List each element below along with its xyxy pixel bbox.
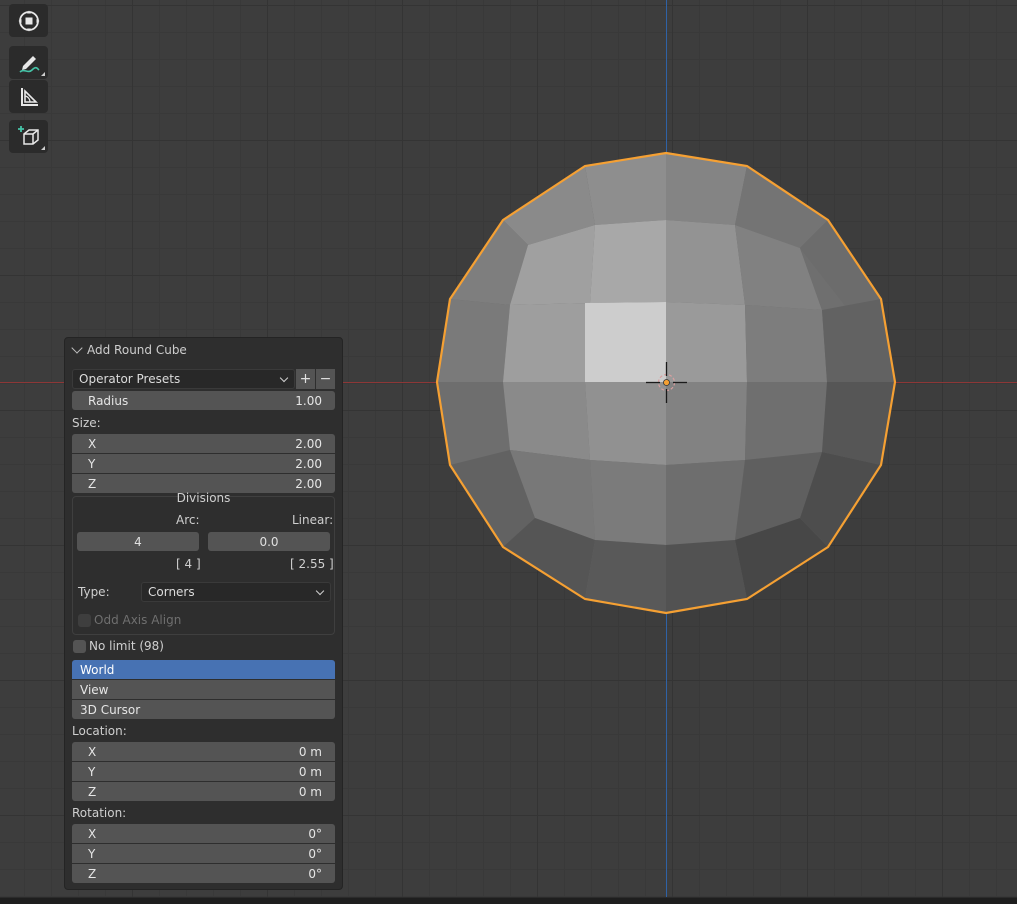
measure-icon bbox=[20, 87, 38, 106]
type-label: Type: bbox=[78, 585, 110, 599]
radius-label: Radius bbox=[88, 393, 129, 408]
divisions-title: Divisions bbox=[176, 491, 231, 505]
location-x-label: X bbox=[88, 744, 97, 759]
panel-title: Add Round Cube bbox=[87, 343, 187, 357]
location-z-field[interactable]: Z 0 m bbox=[72, 782, 335, 801]
operator-panel[interactable]: Add Round Cube Operator Presets + − Radi… bbox=[64, 337, 343, 890]
collapse-chevron-icon[interactable] bbox=[71, 342, 83, 354]
3d-viewport[interactable]: Add Round Cube Operator Presets + − Radi… bbox=[0, 0, 1017, 897]
annotate-icon bbox=[18, 55, 40, 73]
linear-label: Linear: bbox=[292, 513, 334, 527]
panel-header[interactable]: Add Round Cube bbox=[71, 342, 187, 358]
odd-axis-align-checkbox[interactable] bbox=[78, 614, 91, 627]
linear-info: [ 2.55 ] bbox=[290, 557, 334, 571]
location-x-value: 0 m bbox=[298, 744, 322, 759]
align-world-label: World bbox=[80, 662, 115, 677]
arc-divisions-field[interactable]: 4 bbox=[77, 532, 199, 551]
plus-icon: + bbox=[299, 371, 312, 387]
size-y-value: 2.00 bbox=[295, 456, 322, 471]
rotation-x-field[interactable]: X 0° bbox=[72, 824, 335, 843]
align-option-view[interactable]: View bbox=[72, 680, 335, 699]
location-y-label: Y bbox=[88, 764, 96, 779]
add-cube-tool-button[interactable] bbox=[9, 120, 48, 153]
transform-icon bbox=[18, 10, 39, 31]
size-x-label: X bbox=[88, 436, 97, 451]
odd-axis-align-label: Odd Axis Align bbox=[94, 613, 182, 627]
rotation-z-label: Z bbox=[88, 866, 97, 881]
type-value: Corners bbox=[148, 585, 195, 599]
chevron-down-icon bbox=[279, 373, 289, 383]
add-preset-button[interactable]: + bbox=[296, 369, 315, 389]
size-x-value: 2.00 bbox=[295, 436, 322, 451]
rotation-y-label: Y bbox=[88, 846, 96, 861]
arc-label: Arc: bbox=[176, 513, 200, 527]
location-y-value: 0 m bbox=[298, 764, 322, 779]
measure-tool-button[interactable] bbox=[9, 80, 48, 113]
align-view-label: View bbox=[80, 682, 109, 697]
size-x-field[interactable]: X 2.00 bbox=[72, 434, 335, 453]
size-z-value: 2.00 bbox=[295, 476, 322, 491]
location-y-field[interactable]: Y 0 m bbox=[72, 762, 335, 781]
rotation-z-value: 0° bbox=[308, 866, 322, 881]
location-x-field[interactable]: X 0 m bbox=[72, 742, 335, 761]
chevron-down-icon bbox=[315, 586, 325, 596]
transform-tool-button[interactable] bbox=[9, 4, 48, 37]
rotation-y-field[interactable]: Y 0° bbox=[72, 844, 335, 863]
rotation-y-value: 0° bbox=[308, 846, 322, 861]
radius-field[interactable]: Radius 1.00 bbox=[72, 391, 335, 410]
minus-icon: − bbox=[319, 371, 332, 387]
3d-cursor-icon bbox=[646, 362, 687, 403]
align-option-3d-cursor[interactable]: 3D Cursor bbox=[72, 700, 335, 719]
linear-divisions-field[interactable]: 0.0 bbox=[208, 532, 330, 551]
type-dropdown[interactable]: Corners bbox=[141, 582, 331, 602]
rotation-label: Rotation: bbox=[72, 806, 127, 820]
align-option-world[interactable]: World bbox=[72, 660, 335, 679]
location-z-value: 0 m bbox=[298, 784, 322, 799]
no-limit-checkbox[interactable] bbox=[73, 640, 86, 653]
radius-value: 1.00 bbox=[295, 393, 322, 408]
arc-info: [ 4 ] bbox=[176, 557, 201, 571]
operator-presets-label: Operator Presets bbox=[79, 372, 181, 386]
rotation-x-label: X bbox=[88, 826, 97, 841]
size-y-label: Y bbox=[88, 456, 96, 471]
remove-preset-button[interactable]: − bbox=[316, 369, 335, 389]
align-3d-cursor-label: 3D Cursor bbox=[80, 702, 141, 717]
linear-value: 0.0 bbox=[259, 534, 279, 549]
size-label: Size: bbox=[72, 416, 101, 430]
rotation-z-field[interactable]: Z 0° bbox=[72, 864, 335, 883]
arc-value: 4 bbox=[134, 534, 142, 549]
operator-presets-dropdown[interactable]: Operator Presets bbox=[72, 369, 295, 389]
location-label: Location: bbox=[72, 724, 127, 738]
size-z-label: Z bbox=[88, 476, 97, 491]
annotate-tool-button[interactable] bbox=[9, 46, 48, 79]
no-limit-label: No limit (98) bbox=[89, 639, 164, 653]
location-z-label: Z bbox=[88, 784, 97, 799]
size-y-field[interactable]: Y 2.00 bbox=[72, 454, 335, 473]
rotation-x-value: 0° bbox=[308, 826, 322, 841]
add-cube-icon bbox=[17, 125, 39, 145]
